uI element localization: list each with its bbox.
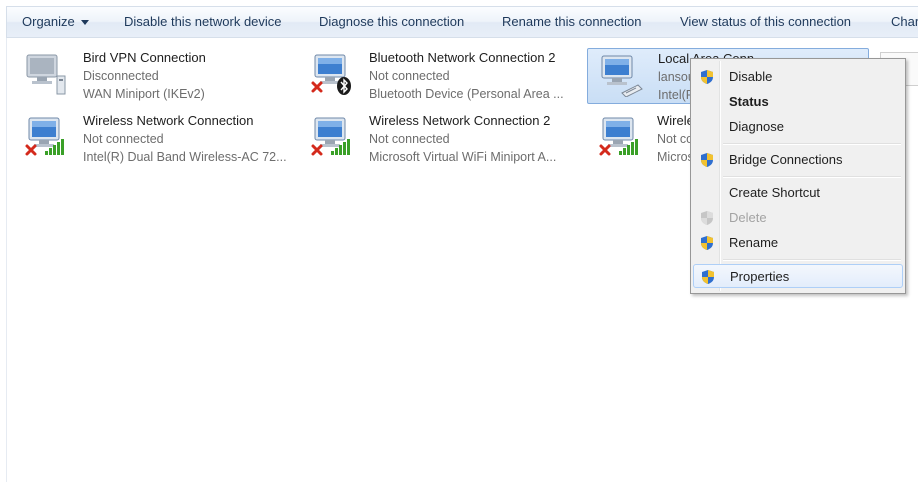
wireless-icon	[599, 117, 638, 156]
connection-details: Wireless Network Connection 2 Not connec…	[369, 112, 579, 166]
connection-name: Wireless Network Connection	[83, 113, 254, 128]
connection-device: WAN Miniport (IKEv2)	[83, 87, 205, 101]
disable-device-button[interactable]: Disable this network device	[124, 7, 282, 37]
diagnose-connection-button[interactable]: Diagnose this connection	[319, 7, 464, 37]
uac-shield-icon	[701, 236, 713, 250]
uac-shield-icon	[701, 70, 713, 84]
rename-connection-button[interactable]: Rename this connection	[502, 7, 641, 37]
menu-item-bridge-connections[interactable]: Bridge Connections	[693, 148, 903, 172]
menu-item-delete: Delete	[693, 206, 903, 230]
organize-button[interactable]: Organize	[22, 7, 89, 37]
connection-tile[interactable]: Wireless Network Connection Not connecte…	[13, 111, 293, 167]
menu-item-label: Status	[729, 94, 769, 109]
connection-name: Bird VPN Connection	[83, 50, 206, 65]
menu-item-create-shortcut[interactable]: Create Shortcut	[693, 181, 903, 205]
vpn-icon	[26, 54, 66, 95]
bluetooth-icon	[311, 54, 351, 95]
ethernet-icon	[601, 55, 643, 97]
view-status-button[interactable]: View status of this connection	[680, 7, 851, 37]
wireless-icon	[25, 117, 64, 156]
menu-item-label: Delete	[729, 210, 767, 225]
connection-status: Not connected	[369, 69, 450, 83]
menu-item-rename[interactable]: Rename	[693, 231, 903, 255]
menu-item-diagnose[interactable]: Diagnose	[693, 115, 903, 139]
connection-status: Not connected	[83, 132, 164, 146]
menu-separator	[723, 143, 901, 145]
menu-item-label: Rename	[729, 235, 779, 250]
connection-details: Wireless Network Connection Not connecte…	[83, 112, 293, 166]
menu-item-label: Diagnose	[729, 119, 784, 134]
chevron-down-icon	[80, 20, 89, 26]
menu-separator	[723, 176, 901, 178]
connection-device: Bluetooth Device (Personal Area ...	[369, 87, 564, 101]
menu-separator	[723, 259, 901, 261]
menu-item-label: Disable	[729, 69, 773, 84]
menu-item-label: Properties	[730, 269, 790, 284]
menu-item-label: Bridge Connections	[729, 152, 843, 167]
context-menu: Disable Status Diagnose Bridge Connectio…	[690, 58, 906, 294]
menu-item-disable[interactable]: Disable	[693, 65, 903, 89]
connection-status: Disconnected	[83, 69, 159, 83]
uac-shield-icon	[701, 153, 713, 167]
connection-tile[interactable]: Bird VPN Connection Disconnected WAN Min…	[13, 48, 293, 104]
menu-item-status[interactable]: Status	[693, 90, 903, 114]
menu-item-label: Create Shortcut	[729, 185, 821, 200]
uac-shield-icon	[701, 211, 713, 225]
connection-details: Bird VPN Connection Disconnected WAN Min…	[83, 49, 293, 103]
change-settings-button[interactable]: Char	[891, 7, 918, 37]
connection-name: Bluetooth Network Connection 2	[369, 50, 556, 65]
connection-device: Intel(R) Dual Band Wireless-AC 72...	[83, 150, 287, 164]
connection-status: Not connected	[369, 132, 450, 146]
menu-item-properties[interactable]: Properties	[693, 264, 903, 288]
connection-details: Bluetooth Network Connection 2 Not conne…	[369, 49, 579, 103]
connection-device: Microsoft Virtual WiFi Miniport A...	[369, 150, 557, 164]
wireless-icon	[311, 117, 350, 156]
connection-tile[interactable]: Wireless Network Connection 2 Not connec…	[299, 111, 579, 167]
connection-name: Wireless Network Connection 2	[369, 113, 551, 128]
connection-tile[interactable]: Bluetooth Network Connection 2 Not conne…	[299, 48, 579, 104]
organize-label: Organize	[22, 14, 75, 29]
uac-shield-icon	[702, 270, 714, 284]
command-bar: Organize Disable this network device Dia…	[6, 6, 918, 38]
